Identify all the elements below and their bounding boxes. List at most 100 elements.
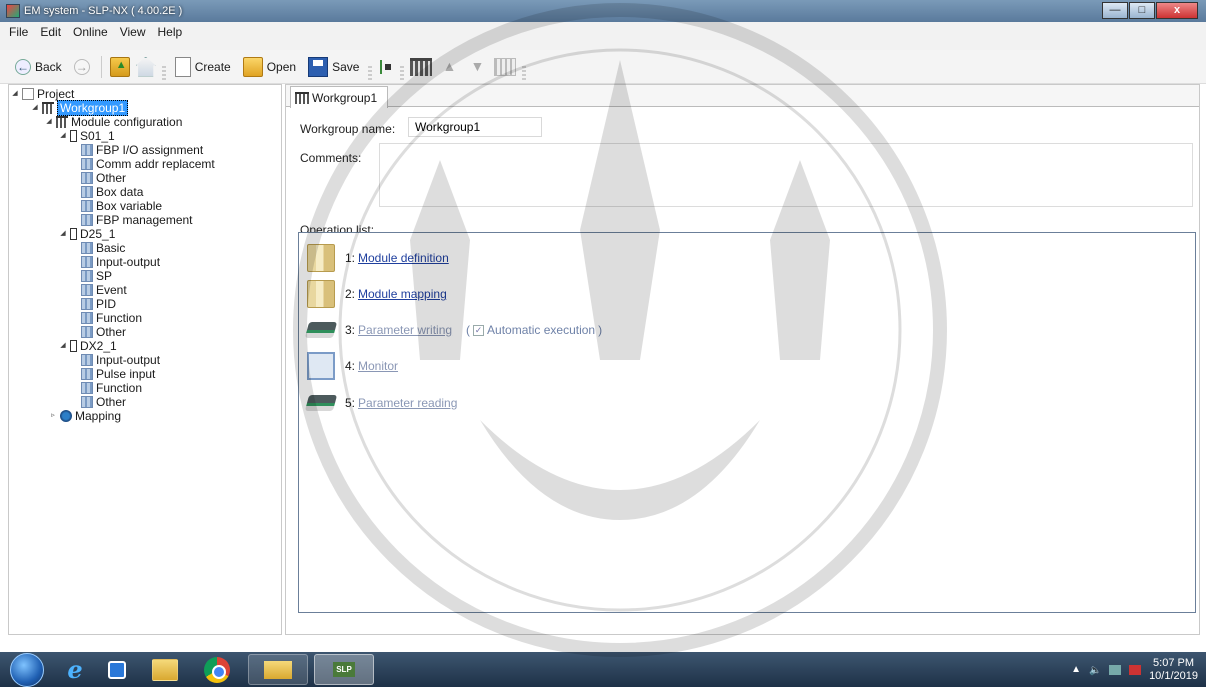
tree-label: Input-output bbox=[96, 353, 161, 367]
open-button[interactable]: Open bbox=[240, 55, 299, 79]
download-icon[interactable]: ▼ bbox=[466, 58, 488, 76]
comments-label: Comments: bbox=[300, 151, 362, 165]
tree-leaf[interactable]: Box data bbox=[81, 185, 143, 199]
home-icon[interactable] bbox=[135, 56, 156, 77]
comments-textarea[interactable] bbox=[379, 143, 1193, 207]
tree-leaf[interactable]: Comm addr replacemt bbox=[81, 157, 215, 171]
parameter-icon bbox=[81, 284, 93, 296]
close-button[interactable]: x bbox=[1156, 2, 1198, 19]
menu-view[interactable]: View bbox=[119, 25, 147, 39]
menu-online[interactable]: Online bbox=[72, 25, 109, 39]
clock[interactable]: 5:07 PM 10/1/2019 bbox=[1149, 657, 1198, 683]
tree-leaf[interactable]: Box variable bbox=[81, 199, 162, 213]
upload-icon[interactable]: ▲ bbox=[438, 58, 460, 76]
slp-nx-task-button[interactable]: SLP bbox=[314, 654, 374, 685]
tree-leaf[interactable]: Pulse input bbox=[81, 367, 155, 381]
workgroup-name-input[interactable] bbox=[408, 117, 542, 137]
unit-icon bbox=[70, 130, 77, 142]
back-button[interactable]: ← Back bbox=[12, 55, 65, 79]
tree-leaf[interactable]: Basic bbox=[81, 241, 125, 255]
clock-time: 5:07 PM bbox=[1153, 656, 1195, 669]
automatic-execution-option[interactable]: ( ✓ Automatic execution ) bbox=[466, 323, 602, 337]
device-icon bbox=[304, 322, 338, 338]
tree-node-d25[interactable]: ◢ D25_1 bbox=[59, 227, 115, 241]
parameter-icon bbox=[81, 270, 93, 282]
module-definition-link[interactable]: Module definition bbox=[358, 251, 449, 265]
project-tree[interactable]: ◢ Project ◢ Workgroup1 ◢ Module configur… bbox=[8, 84, 282, 635]
tree-node-workgroup[interactable]: ◢ Workgroup1 bbox=[31, 100, 129, 116]
tree-node-dx2[interactable]: ◢ DX2_1 bbox=[59, 339, 116, 353]
menu-help[interactable]: Help bbox=[157, 25, 184, 39]
title-bar: EM system - SLP-NX ( 4.00.2E ) — □ x bbox=[0, 0, 1206, 22]
toolbar-grip bbox=[161, 66, 166, 80]
start-button[interactable] bbox=[10, 652, 44, 687]
tree-node-project[interactable]: ◢ Project bbox=[11, 87, 74, 101]
clock-date: 10/1/2019 bbox=[1149, 669, 1198, 682]
maximize-button[interactable]: □ bbox=[1129, 2, 1155, 19]
tree-node-mapping[interactable]: ▹ Mapping bbox=[49, 409, 121, 423]
module-icon[interactable] bbox=[410, 57, 433, 76]
grid-icon[interactable] bbox=[494, 57, 517, 76]
tree-leaf[interactable]: Event bbox=[81, 283, 127, 297]
folder-up-icon[interactable] bbox=[109, 56, 130, 77]
forward-button[interactable]: → bbox=[71, 55, 93, 79]
monitor-link[interactable]: Monitor bbox=[358, 359, 398, 373]
chrome-icon[interactable] bbox=[204, 656, 230, 683]
parameter-icon bbox=[81, 186, 93, 198]
tree-leaf[interactable]: Other bbox=[81, 325, 126, 339]
parameter-reading-link[interactable]: Parameter reading bbox=[358, 396, 457, 410]
tree-leaf[interactable]: Input-output bbox=[81, 255, 160, 269]
tree-leaf[interactable]: Input-output bbox=[81, 353, 160, 367]
save-button[interactable]: Save bbox=[305, 55, 362, 79]
tree-leaf[interactable]: PID bbox=[81, 297, 116, 311]
collapse-icon[interactable]: ◢ bbox=[31, 101, 39, 115]
parameter-icon bbox=[81, 242, 93, 254]
tree-leaf[interactable]: SP bbox=[81, 269, 112, 283]
tree-label: Function bbox=[96, 311, 143, 325]
tree-leaf[interactable]: Function bbox=[81, 381, 142, 395]
tree-node-module-configuration[interactable]: ◢ Module configuration bbox=[45, 115, 182, 129]
parameter-icon bbox=[81, 382, 93, 394]
tree-label: D25_1 bbox=[80, 227, 116, 241]
open-label: Open bbox=[266, 59, 297, 74]
collapse-icon[interactable]: ◢ bbox=[59, 227, 67, 241]
media-player-icon[interactable] bbox=[108, 660, 126, 679]
minimize-button[interactable]: — bbox=[1102, 2, 1128, 19]
filter-icon[interactable] bbox=[378, 58, 394, 76]
collapse-icon[interactable]: ◢ bbox=[59, 129, 67, 143]
tab-workgroup[interactable]: Workgroup1 bbox=[290, 86, 389, 108]
book-icon bbox=[307, 244, 335, 272]
tree-leaf[interactable]: Other bbox=[81, 171, 126, 185]
tree-label: Module configuration bbox=[71, 115, 183, 129]
create-button[interactable]: Create bbox=[172, 55, 234, 79]
operation-item-module-definition: 1: Module definition bbox=[307, 243, 449, 273]
tree-label: Other bbox=[96, 171, 127, 185]
menu-file[interactable]: File bbox=[8, 25, 29, 39]
expand-icon[interactable]: ▹ bbox=[49, 409, 57, 423]
parameter-writing-link[interactable]: Parameter writing bbox=[358, 323, 452, 337]
collapse-icon[interactable]: ◢ bbox=[11, 87, 19, 101]
tree-leaf[interactable]: Function bbox=[81, 311, 142, 325]
file-explorer-icon[interactable] bbox=[152, 658, 178, 681]
show-hidden-icons[interactable]: ▲ bbox=[1071, 664, 1081, 675]
tree-leaf[interactable]: FBP I/O assignment bbox=[81, 143, 203, 157]
volume-icon[interactable]: 🔈 bbox=[1089, 665, 1101, 676]
menu-edit[interactable]: Edit bbox=[39, 25, 62, 39]
tree-label: Event bbox=[96, 283, 127, 297]
parameter-icon bbox=[81, 158, 93, 170]
collapse-icon[interactable]: ◢ bbox=[45, 115, 53, 129]
parameter-icon bbox=[81, 200, 93, 212]
module-mapping-link[interactable]: Module mapping bbox=[358, 287, 447, 301]
network-icon[interactable] bbox=[1109, 664, 1122, 675]
open-folder-icon bbox=[242, 56, 263, 77]
tree-label: Basic bbox=[96, 241, 126, 255]
folder-task-button[interactable] bbox=[248, 654, 308, 685]
collapse-icon[interactable]: ◢ bbox=[59, 339, 67, 353]
tree-node-s01[interactable]: ◢ S01_1 bbox=[59, 129, 114, 143]
tree-leaf[interactable]: Other bbox=[81, 395, 126, 409]
automatic-execution-checkbox[interactable]: ✓ bbox=[473, 324, 485, 336]
tree-label: Other bbox=[96, 395, 127, 409]
internet-explorer-icon[interactable]: e bbox=[60, 654, 90, 685]
action-center-flag-icon[interactable] bbox=[1129, 664, 1142, 675]
tree-leaf[interactable]: FBP management bbox=[81, 213, 193, 227]
